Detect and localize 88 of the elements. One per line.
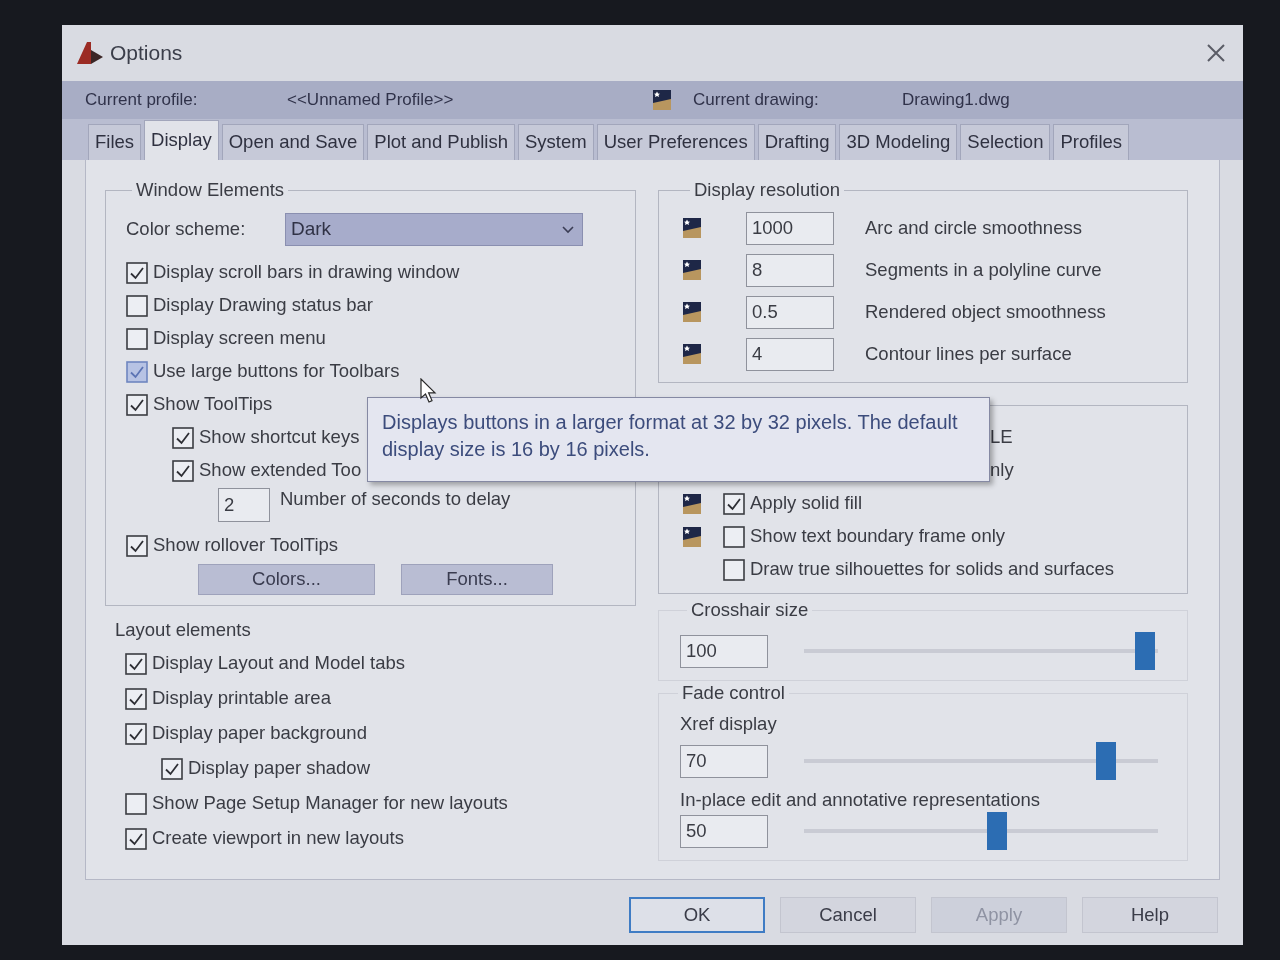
checkbox-label: LE xyxy=(990,426,1013,449)
mouse-pointer-icon xyxy=(420,378,437,404)
slider-thumb[interactable] xyxy=(1135,632,1155,670)
checkbox[interactable] xyxy=(161,757,183,780)
group-title: Layout elements xyxy=(115,620,251,640)
group-title: Window Elements xyxy=(135,180,286,200)
slider-thumb[interactable] xyxy=(1095,742,1116,780)
number-field[interactable]: 2 xyxy=(218,488,270,522)
checkbox-label: Show ToolTips xyxy=(153,393,273,416)
dialog-button[interactable]: Cancel xyxy=(780,897,916,933)
checkbox-label: nly xyxy=(990,459,1014,482)
field-label: Segments in a polyline curve xyxy=(865,258,1102,282)
checkbox[interactable] xyxy=(125,722,147,745)
dialog-button[interactable]: OK xyxy=(629,897,765,933)
dialog-button[interactable]: Colors... xyxy=(198,564,375,595)
field-label: Rendered object smoothness xyxy=(865,300,1106,324)
dialog-button[interactable]: Fonts... xyxy=(401,564,553,595)
drawing-label: Current drawing: xyxy=(693,89,820,111)
color-scheme-dropdown[interactable]: Dark xyxy=(285,213,583,246)
number-field[interactable]: 70 xyxy=(680,744,768,778)
checkbox[interactable] xyxy=(172,459,194,482)
field-label: Color scheme: xyxy=(126,218,247,241)
checkbox-label: Show Page Setup Manager for new layouts xyxy=(152,792,508,815)
dialog-button[interactable]: Help xyxy=(1082,897,1218,933)
profile-label: Current profile: xyxy=(85,89,199,111)
app-icon xyxy=(76,41,104,65)
number-field[interactable]: 8 xyxy=(746,253,834,287)
field-label: Contour lines per surface xyxy=(865,342,1072,366)
slider-thumb[interactable] xyxy=(987,812,1008,850)
tab[interactable]: User Preferences xyxy=(596,124,755,160)
checkbox[interactable] xyxy=(723,525,745,548)
checkbox[interactable] xyxy=(126,261,148,284)
field-label: Number of seconds to delay xyxy=(280,488,511,511)
checkbox-label: Display paper shadow xyxy=(188,757,371,780)
tab[interactable]: Drafting xyxy=(757,124,837,160)
tab[interactable]: Files xyxy=(88,124,142,160)
checkbox[interactable] xyxy=(126,294,148,317)
group-title: Fade control xyxy=(681,683,786,703)
checkbox-label: Show rollover ToolTips xyxy=(153,534,339,557)
checkbox[interactable] xyxy=(723,492,745,515)
tab[interactable]: Display xyxy=(144,120,219,160)
checkbox[interactable] xyxy=(125,827,147,850)
checkbox-label: Show extended Too xyxy=(199,459,362,482)
tab[interactable]: 3D Modeling xyxy=(839,124,958,160)
window-title: Options xyxy=(110,40,183,66)
number-field[interactable]: 0.5 xyxy=(746,295,834,329)
checkbox[interactable] xyxy=(172,426,194,449)
checkbox[interactable] xyxy=(125,792,147,815)
checkbox-label: Create viewport in new layouts xyxy=(152,827,404,850)
number-field[interactable]: 4 xyxy=(746,337,834,371)
group-title: Display resolution xyxy=(693,180,841,200)
chevron-down-icon xyxy=(562,225,574,234)
checkbox[interactable] xyxy=(125,687,147,710)
dialog-button: Apply xyxy=(931,897,1067,933)
tab[interactable]: Open and Save xyxy=(221,124,365,160)
slider-label: In-place edit and annotative representations xyxy=(680,790,1041,810)
checkbox-label: Display screen menu xyxy=(153,327,326,350)
number-field[interactable]: 100 xyxy=(680,634,768,668)
checkbox-label: Display Layout and Model tabs xyxy=(152,652,405,675)
checkbox[interactable] xyxy=(125,652,147,675)
checkbox-label: Show text boundary frame only xyxy=(750,525,1006,548)
checkbox-label: Draw true silhouettes for solids and surfaces xyxy=(750,558,1114,581)
tooltip: Displays buttons in a larger format at 32 by 32 pixels. The default display size is 16 by 16 pixels. xyxy=(367,397,990,482)
checkbox[interactable] xyxy=(126,360,148,383)
number-field[interactable]: 50 xyxy=(680,814,768,848)
slider-label: Xref display xyxy=(680,714,778,734)
checkbox[interactable] xyxy=(126,534,148,557)
tab[interactable]: Plot and Publish xyxy=(367,124,515,160)
checkbox[interactable] xyxy=(723,558,745,581)
checkbox-label: Display scroll bars in drawing window xyxy=(153,261,460,284)
checkbox-label: Display Drawing status bar xyxy=(153,294,374,317)
tab[interactable]: Profiles xyxy=(1053,124,1130,160)
checkbox-label: Apply solid fill xyxy=(750,492,863,515)
checkbox-label: Use large buttons for Toolbars xyxy=(153,360,400,383)
drawing-name: Drawing1.dwg xyxy=(902,89,1010,111)
tab[interactable]: Selection xyxy=(960,124,1051,160)
group-title: Crosshair size xyxy=(690,600,810,620)
profile-name: <<Unnamed Profile>> xyxy=(287,89,455,111)
picture-icon xyxy=(652,89,672,111)
checkbox-label: Show shortcut keys xyxy=(199,426,360,449)
field-label: Arc and circle smoothness xyxy=(865,216,1082,240)
close-icon[interactable] xyxy=(1207,44,1225,62)
checkbox-label: Display paper background xyxy=(152,722,367,745)
checkbox-label: Display printable area xyxy=(152,687,331,710)
tab[interactable]: System xyxy=(518,124,594,160)
checkbox[interactable] xyxy=(126,327,148,350)
number-field[interactable]: 1000 xyxy=(746,211,834,245)
checkbox[interactable] xyxy=(126,393,148,416)
